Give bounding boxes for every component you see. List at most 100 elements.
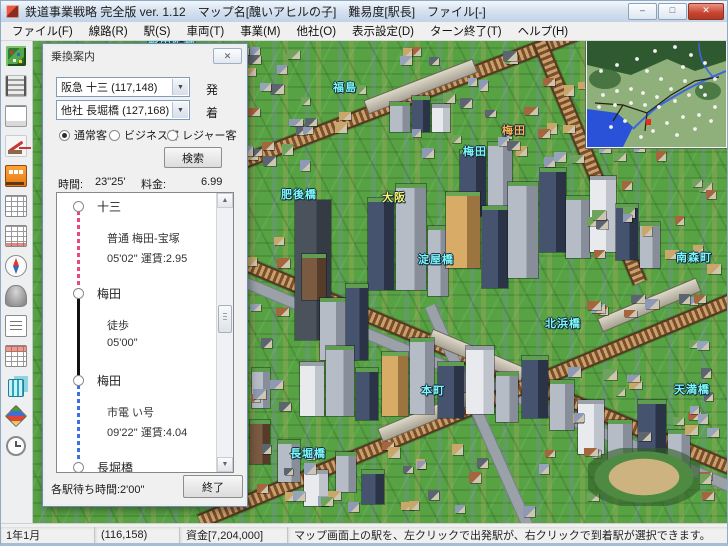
route-station[interactable]: 長堀橋 (57, 460, 217, 473)
menu-item[interactable]: ファイル(F) (4, 22, 81, 40)
chevron-down-icon[interactable]: ▼ (172, 79, 188, 95)
route-leg-detail: 05'00'' (107, 333, 217, 349)
house (563, 125, 575, 133)
house (665, 250, 679, 258)
chevron-down-icon[interactable]: ▼ (172, 102, 188, 118)
house (485, 110, 497, 117)
compass-icon[interactable] (3, 254, 29, 278)
building (410, 338, 434, 414)
route-station[interactable]: 十三 (57, 199, 217, 214)
menu-item[interactable]: 表示設定(D) (344, 22, 422, 40)
menu-item[interactable]: 線路(R) (81, 22, 136, 40)
house (469, 472, 480, 483)
arrival-station-select[interactable]: 他社 長堀橋 (127,168) ▼ (56, 100, 190, 120)
station-icon[interactable] (3, 104, 29, 128)
house (702, 492, 713, 500)
house (692, 179, 702, 187)
radio-icon[interactable] (59, 130, 70, 141)
house (305, 118, 317, 126)
house (627, 375, 640, 383)
route-station[interactable]: 梅田 (57, 373, 217, 388)
clock-icon[interactable] (3, 434, 29, 458)
route-leg[interactable]: 市電 い号09'22'' 運賃:4.04 (57, 388, 217, 460)
house (460, 98, 472, 107)
minimap[interactable] (586, 34, 727, 148)
route-station-name: 長堀橋 (97, 459, 133, 473)
exit-button[interactable]: 終了 (183, 475, 243, 498)
company-table-icon (5, 345, 27, 367)
building-list-icon (8, 379, 24, 397)
timetable-icon (5, 195, 27, 217)
status-bar: 1年1月 (116,158) 資金[7,204,000] マップ画面上の駅を、左… (0, 523, 728, 546)
rail-track-icon[interactable] (3, 74, 29, 98)
wait-time-note: 各駅待ち時間:2'00" (51, 481, 144, 497)
passenger-type-radio[interactable]: 通常客 (59, 127, 107, 143)
route-station-name: 梅田 (97, 285, 121, 302)
house (321, 497, 333, 506)
route-leg-service: 普通 梅田-宝塚 (107, 214, 217, 246)
status-coords: (116,158) (95, 527, 180, 544)
house (428, 490, 440, 500)
radio-label: 通常客 (74, 127, 107, 143)
route-list-content: 十三普通 梅田-宝塚05'02'' 運賃:2.95梅田徒歩05'00''梅田市電… (57, 193, 217, 472)
house (507, 141, 519, 150)
fare-table-icon[interactable] (3, 224, 29, 248)
house (468, 78, 477, 86)
menu-item[interactable]: 駅(S) (136, 22, 179, 40)
route-leg[interactable]: 徒歩05'00'' (57, 301, 217, 373)
house (477, 458, 488, 469)
house (539, 464, 549, 475)
radio-icon[interactable] (109, 130, 120, 141)
crane-icon (5, 135, 27, 157)
scroll-up-icon[interactable]: ▲ (217, 193, 233, 208)
search-button[interactable]: 検索 (164, 147, 222, 168)
train-car-icon (5, 165, 27, 187)
building (362, 470, 384, 504)
status-funds: 資金[7,204,000] (180, 527, 288, 544)
route-scrollbar[interactable]: ▲ ▼ (216, 193, 233, 472)
route-listbox[interactable]: 十三普通 梅田-宝塚05'02'' 運賃:2.95梅田徒歩05'00''梅田市電… (56, 192, 234, 473)
house (422, 148, 434, 158)
radio-icon[interactable] (167, 130, 178, 141)
company-table-icon[interactable] (3, 344, 29, 368)
house (622, 181, 631, 190)
building-list-icon[interactable] (3, 374, 29, 398)
house (707, 428, 719, 436)
dialog-title-bar[interactable]: 乗換案内 ✕ (43, 44, 247, 65)
scrollbar-thumb[interactable] (218, 305, 232, 333)
fare-table-icon (5, 225, 27, 247)
crane-icon[interactable] (3, 134, 29, 158)
park (588, 448, 700, 506)
compass-icon (5, 255, 27, 277)
house (277, 258, 289, 268)
layers-icon[interactable] (3, 404, 29, 428)
house (523, 506, 535, 517)
monument-icon[interactable] (3, 284, 29, 308)
route-station-name: 梅田 (97, 372, 121, 389)
menu-item[interactable]: 他社(O) (288, 22, 344, 40)
menu-item[interactable]: ヘルプ(H) (510, 22, 576, 40)
report-icon[interactable] (3, 314, 29, 338)
route-leg[interactable]: 普通 梅田-宝塚05'02'' 運賃:2.95 (57, 214, 217, 286)
close-button[interactable]: ✕ (688, 3, 724, 20)
route-station[interactable]: 梅田 (57, 286, 217, 301)
departure-station-select[interactable]: 阪急 十三 (117,148) ▼ (56, 77, 190, 97)
train-car-icon[interactable] (3, 164, 29, 188)
menu-item[interactable]: 車両(T) (179, 22, 233, 40)
house (306, 449, 316, 460)
route-station-name: 十三 (97, 198, 121, 215)
dialog-close-icon[interactable]: ✕ (213, 48, 242, 64)
timetable-icon[interactable] (3, 194, 29, 218)
building (300, 362, 324, 416)
menu-item[interactable]: ターン終了(T) (422, 22, 510, 40)
maximize-button[interactable]: □ (658, 3, 687, 20)
house (284, 468, 294, 475)
minimap-icon[interactable] (3, 44, 29, 68)
house (287, 50, 299, 59)
scroll-down-icon[interactable]: ▼ (217, 457, 233, 472)
menu-item[interactable]: 事業(M) (232, 22, 288, 40)
house (388, 447, 399, 458)
minimize-button[interactable]: – (628, 3, 657, 20)
passenger-type-radio[interactable]: レジャー客 (167, 127, 236, 143)
house (574, 413, 584, 422)
